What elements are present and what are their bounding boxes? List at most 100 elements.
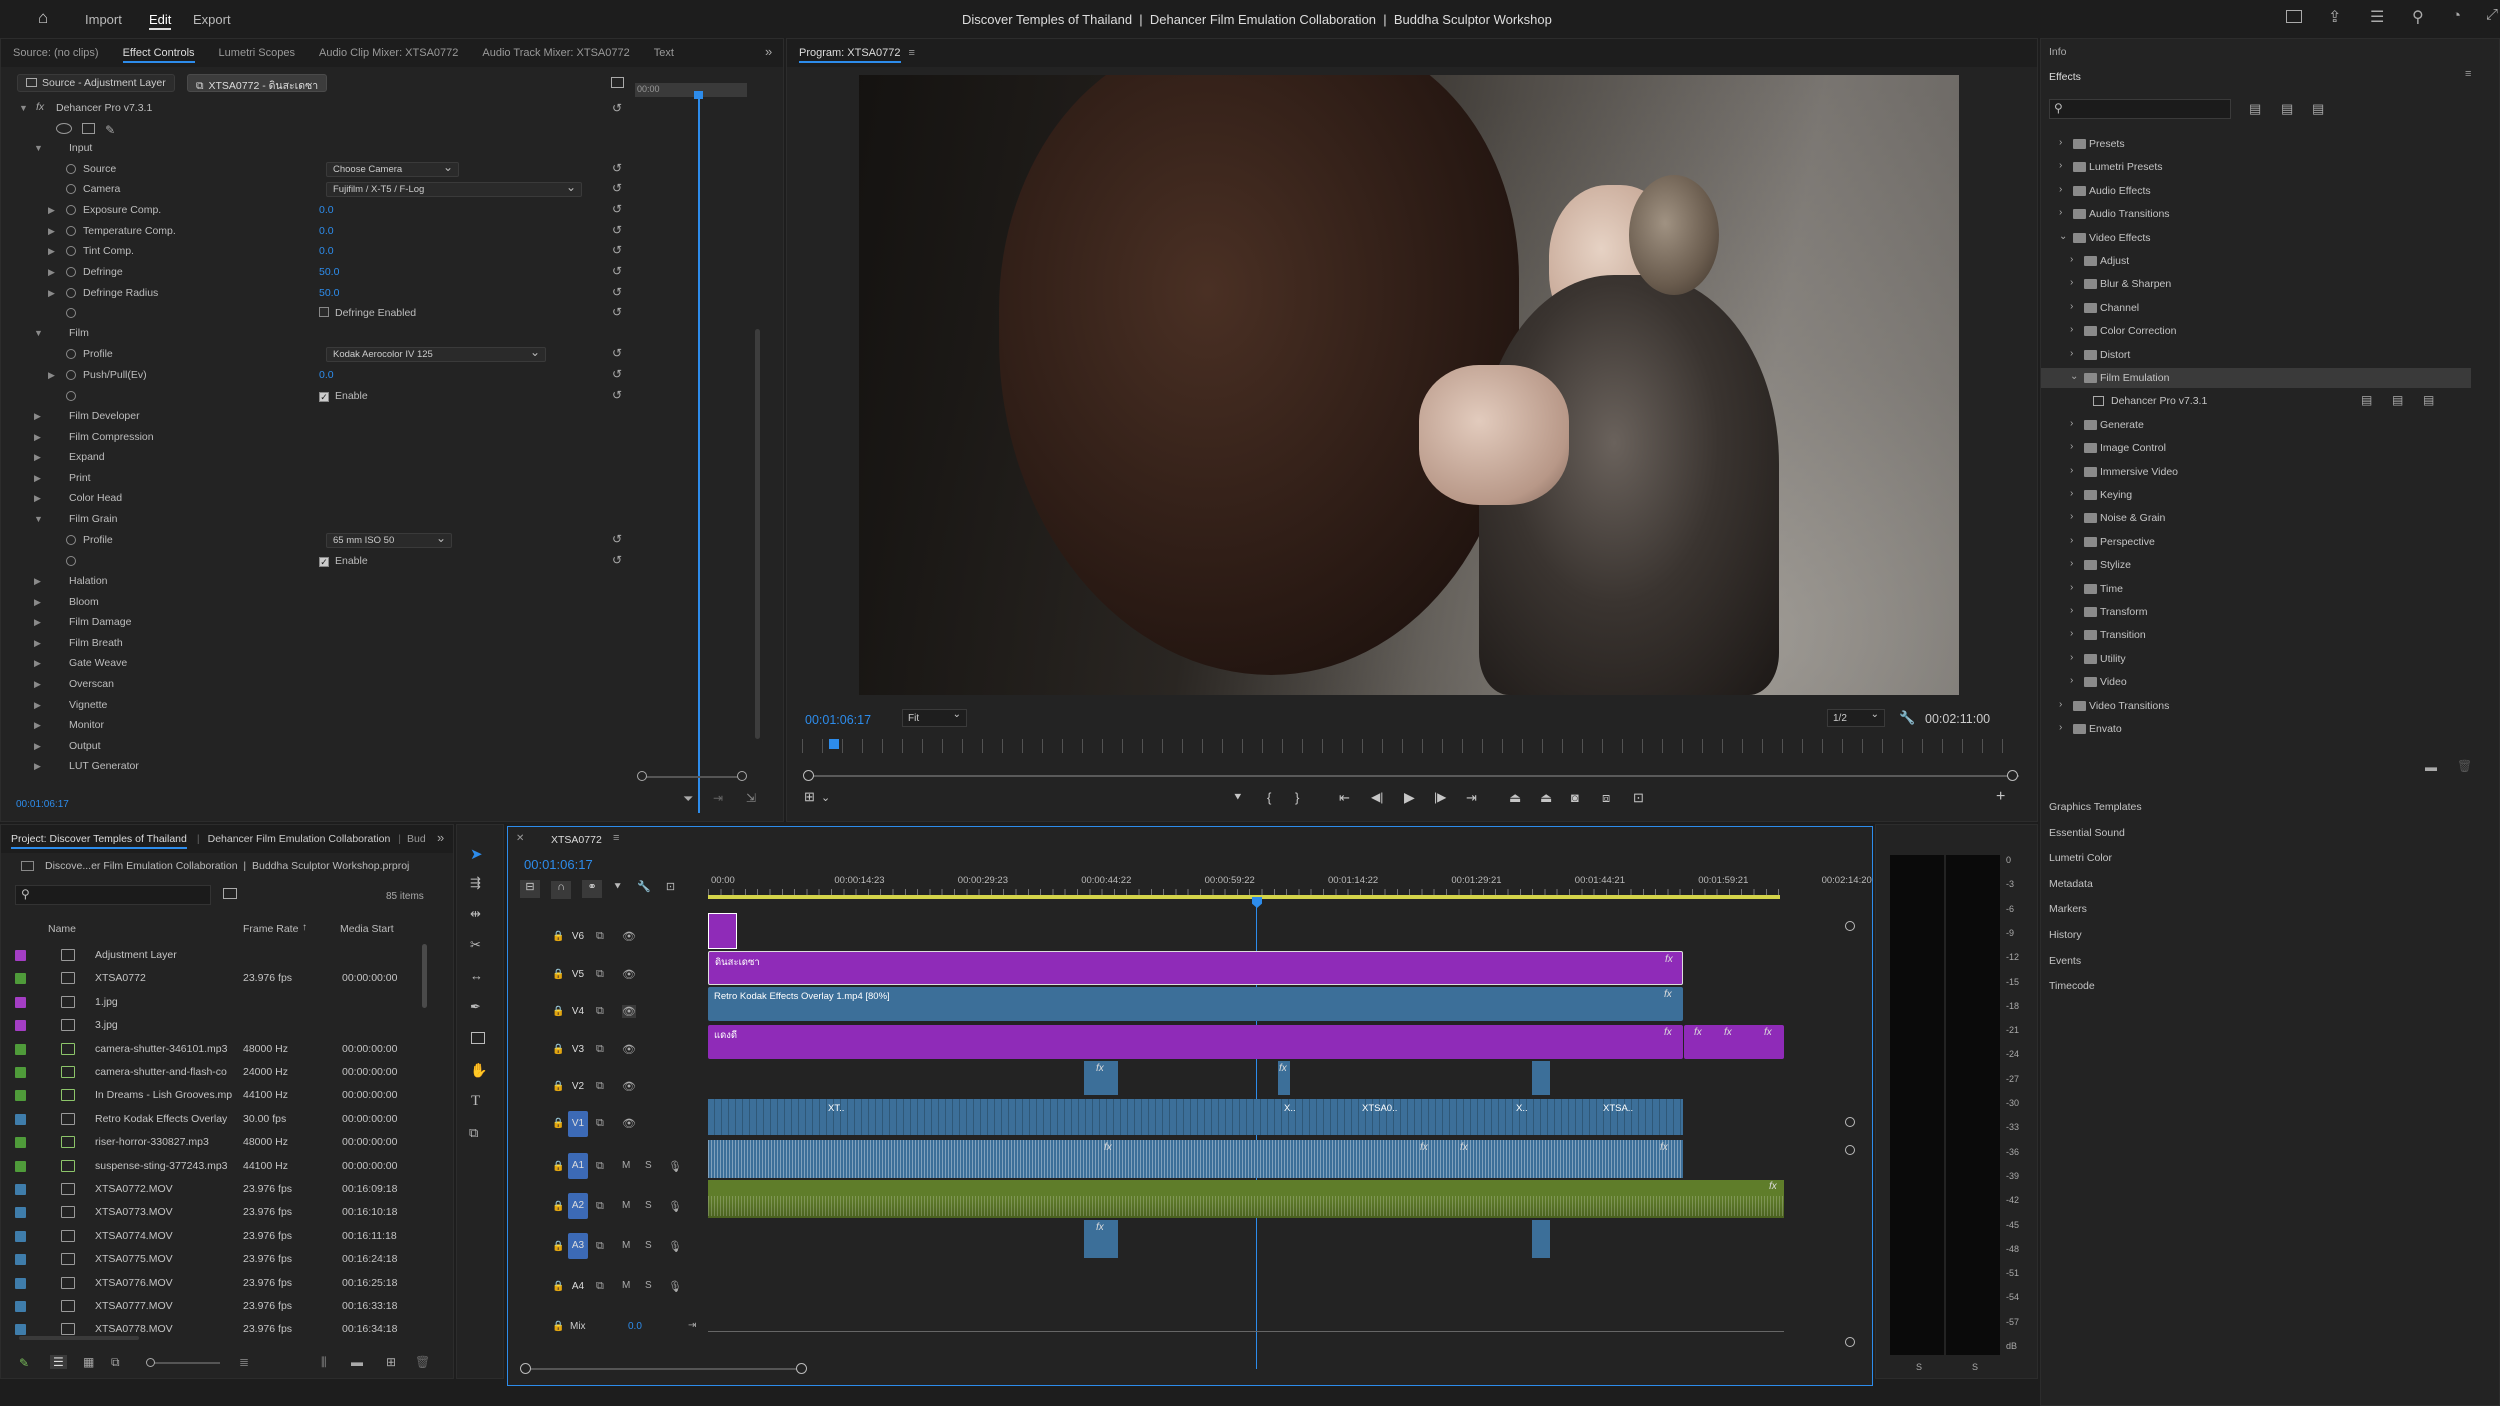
track-target[interactable]: V4 bbox=[568, 1005, 588, 1019]
effects-tree-item[interactable]: › Generate bbox=[2041, 415, 2471, 435]
track-target[interactable]: V3 bbox=[568, 1043, 588, 1057]
clip-v2-a[interactable]: fx bbox=[1084, 1061, 1118, 1095]
panel-menu-icon[interactable]: ≡ bbox=[2465, 68, 2471, 80]
icon-view-icon[interactable]: ▦ bbox=[83, 1355, 94, 1369]
list-view-icon[interactable]: ☰ bbox=[50, 1355, 67, 1369]
side-panel-tab[interactable]: Lumetri Color bbox=[2049, 852, 2112, 864]
ec-group-row[interactable]: ▶ Overscan bbox=[1, 675, 631, 695]
export-frame-icon[interactable]: ◙ bbox=[1571, 790, 1579, 805]
clip-a3-b[interactable] bbox=[1532, 1220, 1550, 1258]
rect-mask-icon[interactable] bbox=[82, 123, 96, 134]
export-icon[interactable]: ⇲ bbox=[746, 791, 756, 805]
stopwatch-icon[interactable] bbox=[66, 391, 76, 401]
track-target[interactable]: V1 bbox=[568, 1111, 588, 1137]
label-color-swatch[interactable] bbox=[15, 1090, 26, 1102]
zoom-slider[interactable] bbox=[146, 1358, 220, 1367]
param-checkbox[interactable]: Defringe Enabled bbox=[319, 307, 416, 319]
chevron-right-icon[interactable]: ▶ bbox=[48, 226, 55, 237]
solo-button[interactable]: S bbox=[645, 1160, 652, 1171]
mark-out-icon[interactable]: } bbox=[1295, 790, 1299, 805]
vr-icon[interactable]: ⊡ bbox=[1633, 790, 1644, 806]
add-marker-icon[interactable]: ⯆ bbox=[613, 881, 622, 893]
effects-search-input[interactable]: ⚲ bbox=[2049, 99, 2231, 119]
solo-right[interactable]: S bbox=[1972, 1362, 1978, 1372]
chevron-right-icon[interactable]: ▶ bbox=[34, 679, 41, 690]
nest-icon[interactable]: ⊟ bbox=[520, 880, 540, 898]
chevron-right-icon[interactable]: › bbox=[2059, 207, 2062, 218]
eye-icon[interactable]: 👁 bbox=[622, 968, 636, 981]
ec-group-row[interactable]: ▶ Vignette bbox=[1, 696, 631, 716]
zoom-handle-right[interactable] bbox=[2007, 770, 2018, 781]
chevron-right-icon[interactable]: ▶ bbox=[34, 452, 41, 463]
lock-icon[interactable]: 🔒 bbox=[552, 1081, 564, 1092]
timeline-playhead-head[interactable] bbox=[1252, 897, 1262, 908]
nav-export[interactable]: Export bbox=[193, 12, 231, 27]
param-value[interactable]: 0.0 bbox=[319, 369, 334, 381]
project-item[interactable]: 1.jpg bbox=[1, 991, 441, 1014]
chevron-right-icon[interactable]: ▶ bbox=[34, 741, 41, 752]
col-media-start[interactable]: Media Start bbox=[340, 923, 394, 935]
param-checkbox[interactable]: ✓ Enable bbox=[319, 390, 368, 402]
lock-icon[interactable]: 🔒 bbox=[552, 1006, 564, 1017]
source-chip-clip[interactable]: ⧉ XTSA0772 - ดินสะเดซา bbox=[187, 74, 328, 92]
wrench-icon[interactable]: 🔧 bbox=[1899, 710, 1915, 726]
snap-icon[interactable]: ∩ bbox=[551, 881, 572, 899]
pen-mask-icon[interactable]: ✎ bbox=[105, 123, 115, 137]
track-target[interactable]: V2 bbox=[568, 1080, 588, 1094]
lock-icon[interactable]: 🔒 bbox=[552, 1201, 564, 1212]
reset-icon[interactable]: ↺ bbox=[612, 243, 622, 257]
resolution-dropdown[interactable]: 1/2 ⌄ bbox=[1827, 709, 1885, 727]
ec-playhead[interactable] bbox=[698, 93, 700, 813]
a-zoom-handle[interactable] bbox=[1845, 1145, 1855, 1155]
effects-tree-item[interactable]: › Perspective bbox=[2041, 532, 2471, 552]
reset-icon[interactable]: ↺ bbox=[612, 367, 622, 381]
delete-icon[interactable]: 🗑 bbox=[415, 1355, 430, 1369]
checkbox-box[interactable] bbox=[319, 307, 329, 317]
ec-group-row[interactable]: ▶ Print bbox=[1, 469, 631, 489]
chevron-right-icon[interactable]: ▶ bbox=[34, 638, 41, 649]
seq-tab[interactable]: XTSA0772 bbox=[551, 834, 602, 846]
effects-tree-item[interactable]: › Time bbox=[2041, 579, 2471, 599]
fullscreen-icon[interactable]: ⤢ bbox=[2486, 6, 2498, 23]
chevron-right-icon[interactable]: ▶ bbox=[34, 473, 41, 484]
clip-v1[interactable]: XT.. X.. XTSA0.. X.. XTSA.. bbox=[708, 1099, 1683, 1135]
chevron-right-icon[interactable]: › bbox=[2070, 488, 2073, 499]
workspace-icon[interactable] bbox=[2286, 10, 2302, 23]
project-scrollbar[interactable] bbox=[422, 944, 427, 1008]
chevron-right-icon[interactable]: ▶ bbox=[34, 432, 41, 443]
ec-playhead-head[interactable] bbox=[694, 91, 703, 99]
track-target[interactable]: A1 bbox=[568, 1153, 588, 1179]
param-value[interactable]: 50.0 bbox=[319, 266, 339, 278]
project-item[interactable]: XTSA0772 23.976 fps 00:00:00:00 bbox=[1, 967, 441, 990]
mic-icon[interactable]: 🎙 bbox=[668, 1160, 682, 1173]
video-frame[interactable] bbox=[859, 75, 1959, 695]
timeline-h-zoom[interactable] bbox=[520, 1363, 807, 1374]
sync-lock-icon[interactable]: ⧉ bbox=[596, 1043, 604, 1056]
chevron-right-icon[interactable]: › bbox=[2059, 184, 2062, 195]
search-icon[interactable]: ⚲ bbox=[2412, 7, 2424, 27]
pencil-icon[interactable]: ✎ bbox=[19, 1356, 29, 1370]
tab-audio-clip-mixer[interactable]: Audio Clip Mixer: XTSA0772 bbox=[307, 39, 470, 67]
checkbox-box[interactable]: ✓ bbox=[319, 392, 329, 402]
nav-import[interactable]: Import bbox=[85, 12, 122, 27]
effects-tree-item[interactable]: › Presets bbox=[2041, 134, 2471, 154]
timeline-ruler[interactable]: 00:00 00:00:14:23 00:00:29:23 00:00:44:22 00… bbox=[708, 875, 1872, 899]
reset-icon[interactable]: ↺ bbox=[612, 202, 622, 216]
chevron-right-icon[interactable]: › bbox=[2070, 301, 2073, 312]
work-area-bar[interactable] bbox=[708, 895, 1780, 899]
ellipse-mask-icon[interactable] bbox=[56, 123, 72, 134]
effects-tree-item[interactable]: › Audio Effects bbox=[2041, 181, 2471, 201]
ec-group-row[interactable]: ▶ Gate Weave bbox=[1, 654, 631, 674]
label-color-swatch[interactable] bbox=[15, 1277, 26, 1289]
reset-icon[interactable]: ↺ bbox=[612, 532, 622, 546]
program-playhead[interactable] bbox=[829, 739, 839, 749]
tab-effect-controls[interactable]: Effect Controls bbox=[111, 39, 207, 67]
ec-group-row[interactable]: ▶ Output bbox=[1, 737, 631, 757]
32bit-effects-icon[interactable]: ▤ bbox=[2281, 101, 2293, 117]
zoom-handle-left[interactable] bbox=[803, 770, 814, 781]
stopwatch-icon[interactable] bbox=[66, 267, 76, 277]
sync-lock-icon[interactable]: ⧉ bbox=[596, 930, 604, 943]
label-color-swatch[interactable] bbox=[15, 1160, 26, 1172]
chevron-right-icon[interactable]: › bbox=[2070, 418, 2073, 429]
clip-a3-a[interactable]: fx bbox=[1084, 1220, 1118, 1258]
